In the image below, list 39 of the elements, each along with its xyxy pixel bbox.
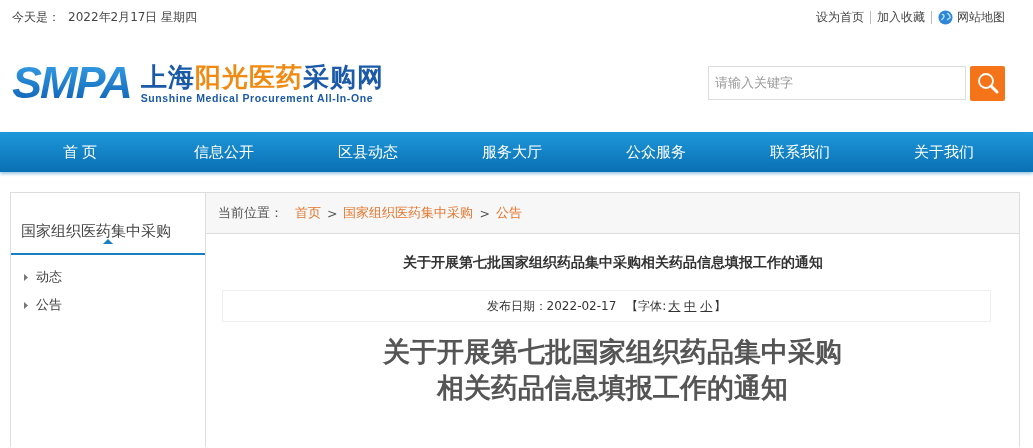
- breadcrumb-label: 当前位置：: [218, 204, 283, 222]
- font-size-label: 【字体:: [626, 297, 667, 315]
- header-link[interactable]: 加入收藏: [877, 8, 925, 26]
- site-title: 上海阳光医药采购网: [140, 62, 384, 92]
- search-button[interactable]: [970, 65, 1005, 101]
- search-icon: [975, 71, 1000, 95]
- bracket-text: 】: [714, 297, 727, 315]
- header-link[interactable]: 网站地图: [957, 8, 1005, 26]
- breadcrumb-link[interactable]: 首页: [295, 204, 321, 222]
- sidebar-item[interactable]: 动态: [36, 268, 62, 286]
- breadcrumb-separator: >: [479, 205, 490, 221]
- breadcrumb-link[interactable]: 公告: [495, 204, 522, 222]
- bullet-icon: [24, 301, 28, 309]
- article-title: 关于开展第七批国家组织药品集中采购相关药品信息填报工作的通知: [402, 254, 823, 270]
- date-text: 2022年2月17日 星期四: [68, 8, 198, 26]
- breadcrumb-link[interactable]: 国家组织医药集中采购: [343, 204, 474, 222]
- font-size-link[interactable]: 小: [700, 297, 713, 315]
- bullet-icon: [24, 273, 28, 281]
- nav-item[interactable]: 服务大厅: [440, 132, 584, 172]
- publish-date: 发布日期：2022-02-17: [486, 297, 617, 315]
- breadcrumb-separator: >: [327, 205, 338, 221]
- nav-item[interactable]: 区县动态: [296, 132, 440, 172]
- sidebar-title: 国家组织医药集中采购: [21, 222, 171, 240]
- globe-icon: [938, 9, 953, 25]
- search-field[interactable]: 请输入关键字: [708, 65, 966, 100]
- font-size-link[interactable]: 中: [684, 297, 697, 315]
- nav-item[interactable]: 信息公开: [152, 132, 296, 172]
- article-heading: 相关药品信息填报工作的通知: [435, 371, 789, 405]
- font-size-link[interactable]: 大: [668, 297, 681, 315]
- sidebar-item[interactable]: 公告: [36, 296, 62, 314]
- nav-item[interactable]: 关于我们: [872, 132, 1016, 172]
- date-label: 今天是：: [12, 8, 60, 26]
- nav-item[interactable]: 首 页: [8, 132, 152, 172]
- article-heading: 关于开展第七批国家组织药品集中采购: [382, 335, 843, 369]
- pointer-icon: [103, 239, 113, 244]
- site-subtitle: Sunshine Medical Procurement All-In-One: [140, 92, 375, 104]
- header-link[interactable]: 设为首页: [816, 8, 864, 26]
- nav-item[interactable]: 公众服务: [584, 132, 728, 172]
- nav-item[interactable]: 联系我们: [728, 132, 872, 172]
